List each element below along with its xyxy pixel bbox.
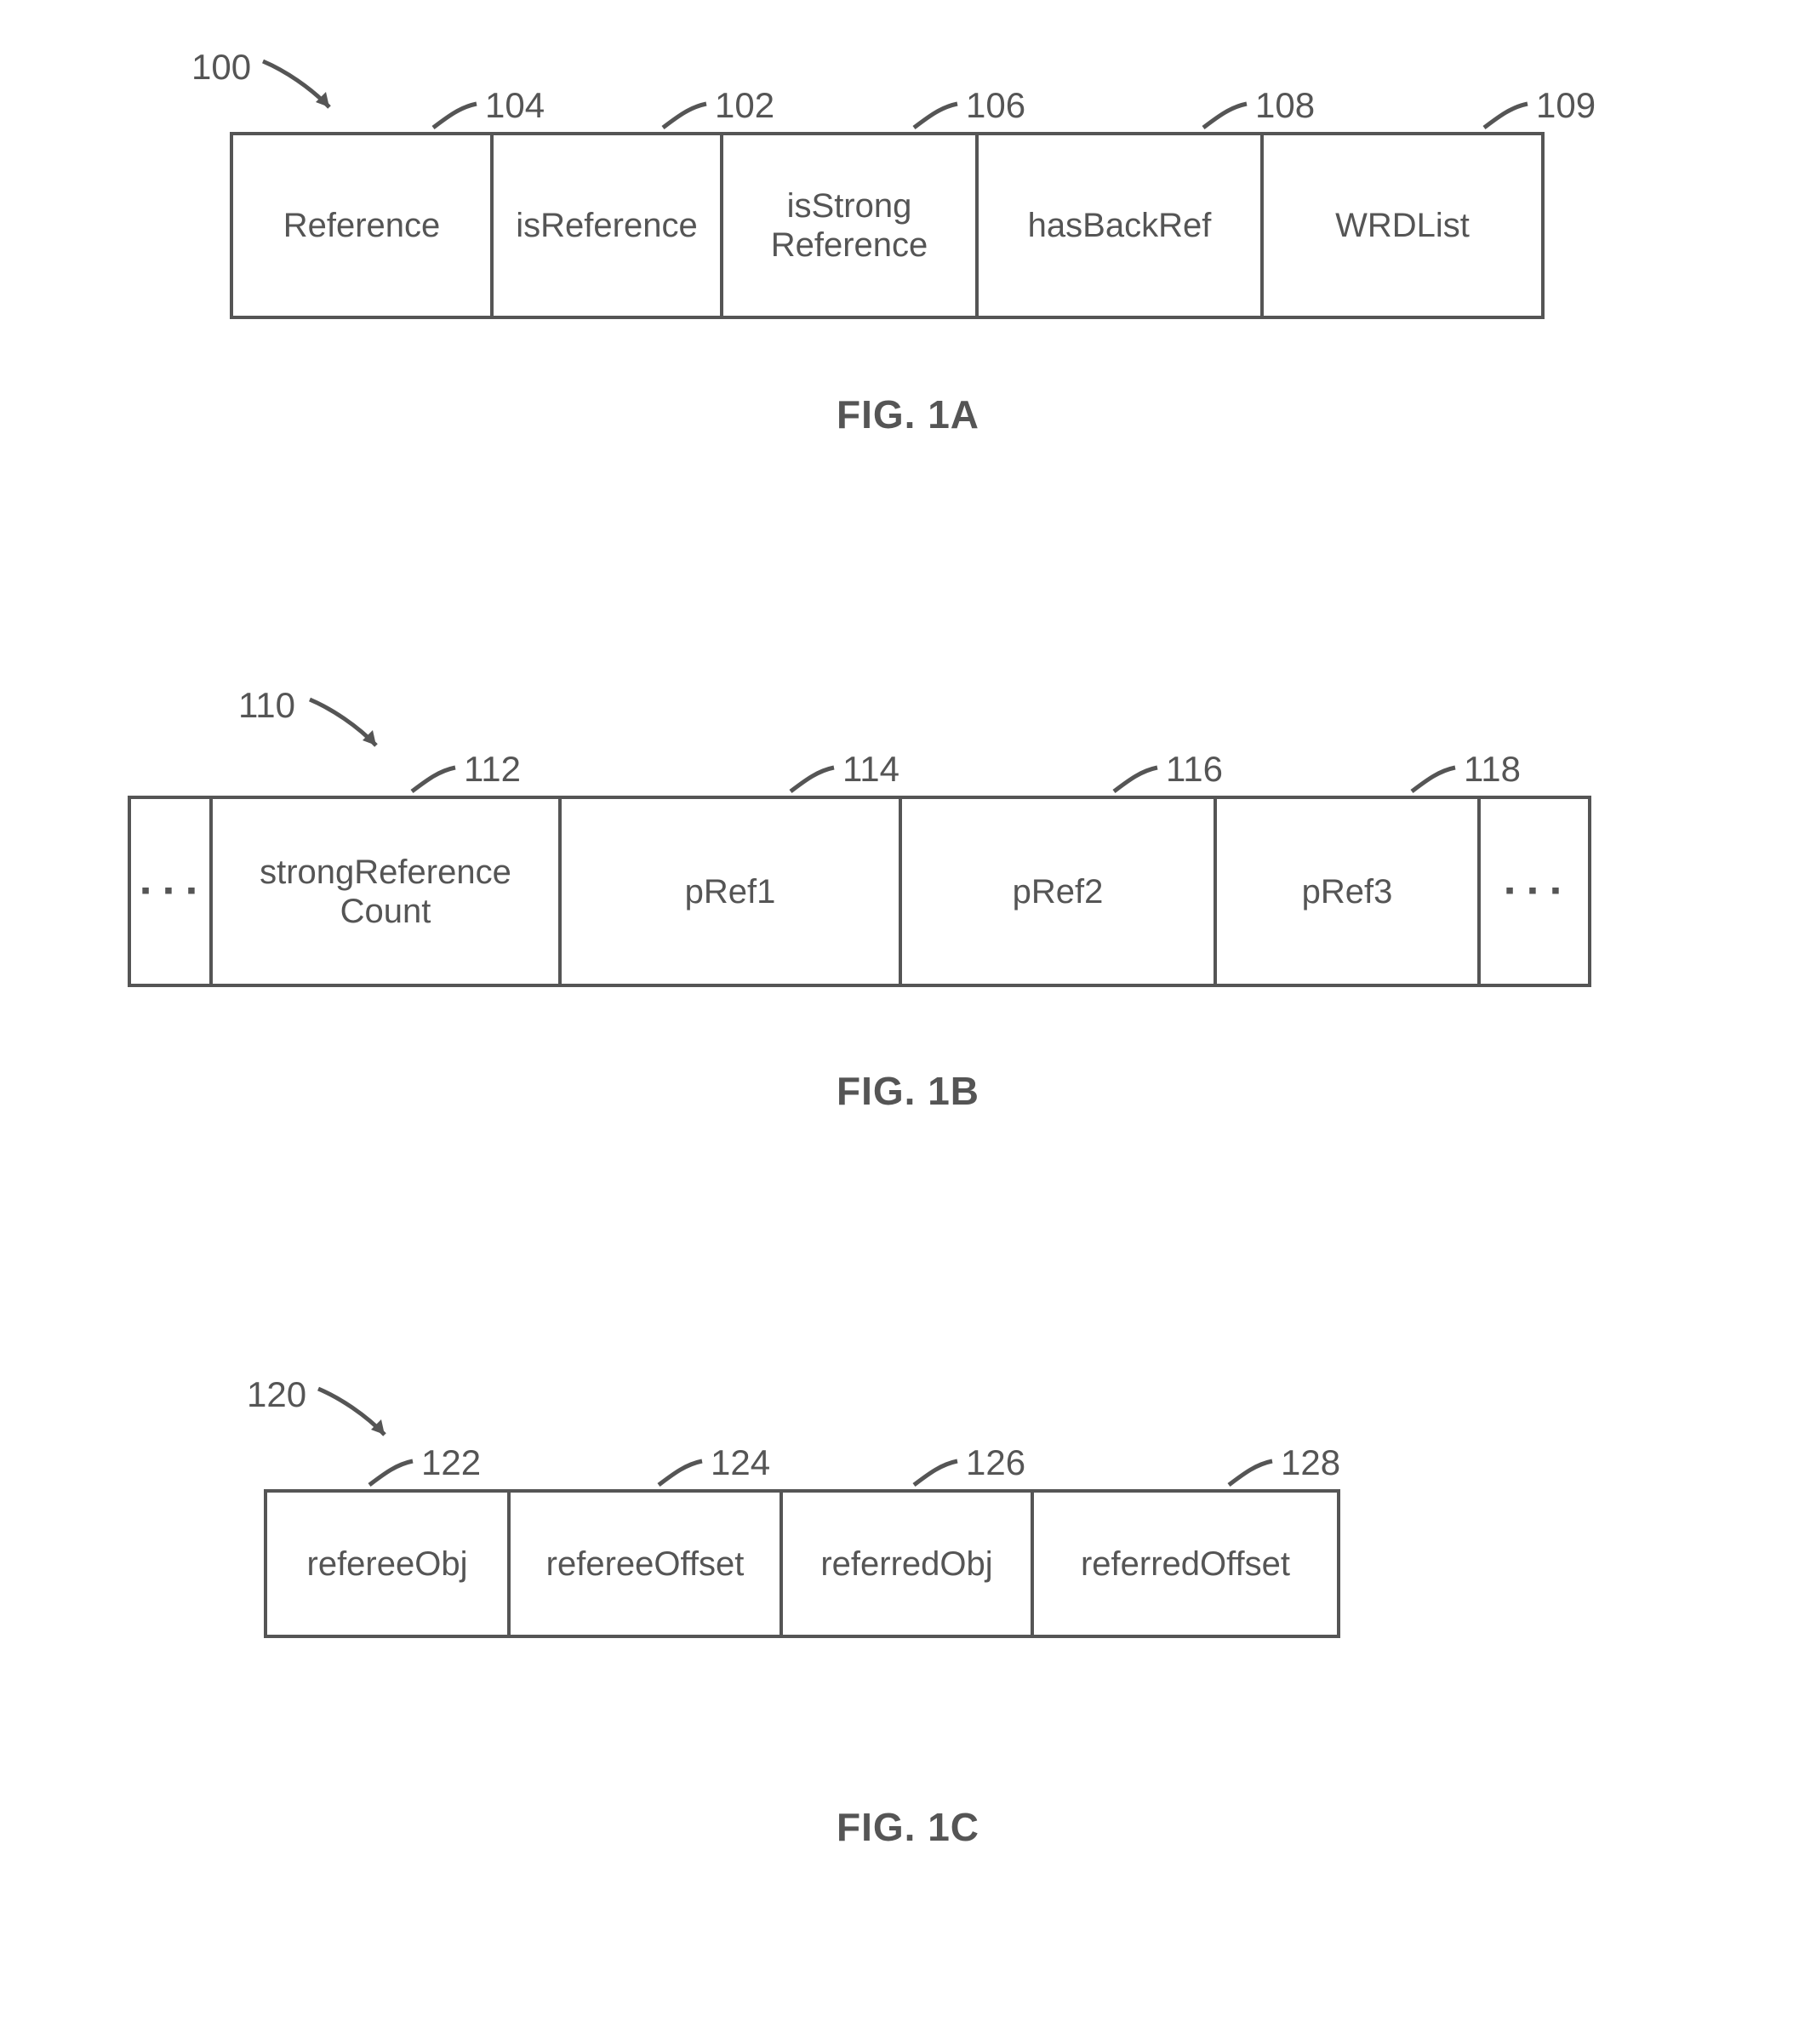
- field-cell: strongReference Count: [213, 796, 562, 987]
- tick-icon: [366, 1458, 417, 1492]
- tick-icon: [787, 764, 838, 798]
- annotation-number: 106: [966, 85, 1025, 126]
- figure-caption: FIG. 1C: [0, 1804, 1816, 1850]
- field-cell: hasBackRef: [979, 132, 1264, 319]
- field-cell: WRDList: [1264, 132, 1545, 319]
- struct-row-c: refereeObj refereeOffset referredObj ref…: [264, 1489, 1340, 1638]
- tick-icon: [655, 1458, 706, 1492]
- field-cell: isReference: [494, 132, 723, 319]
- tick-icon: [1481, 100, 1532, 134]
- field-cell: referredObj: [783, 1489, 1034, 1638]
- tick-icon: [911, 1458, 962, 1492]
- annotation-number: 124: [711, 1442, 770, 1483]
- annotation-number: 104: [485, 85, 545, 126]
- ellipsis-cell: ▪ ▪ ▪: [1481, 796, 1591, 987]
- annotation-number: 102: [715, 85, 774, 126]
- tick-icon: [1408, 764, 1459, 798]
- arrow-icon: [306, 696, 400, 764]
- field-cell: referredOffset: [1034, 1489, 1340, 1638]
- annotation-number: 112: [464, 749, 521, 790]
- field-cell: isStrong Reference: [723, 132, 979, 319]
- ellipsis-cell: ▪ ▪ ▪: [128, 796, 213, 987]
- figure-caption: FIG. 1B: [0, 1068, 1816, 1114]
- annotation-number: 114: [842, 749, 899, 790]
- tick-icon: [1200, 100, 1251, 134]
- field-cell: pRef3: [1217, 796, 1481, 987]
- struct-label-c: 120: [247, 1374, 306, 1415]
- tick-icon: [1225, 1458, 1276, 1492]
- struct-row-a: Reference isReference isStrong Reference…: [230, 132, 1545, 319]
- figure-caption: FIG. 1A: [0, 391, 1816, 437]
- annotation-number: 126: [966, 1442, 1025, 1483]
- field-cell: refereeOffset: [511, 1489, 783, 1638]
- arrow-icon: [260, 58, 353, 126]
- annotation-number: 128: [1281, 1442, 1340, 1483]
- field-cell: refereeObj: [264, 1489, 511, 1638]
- tick-icon: [1111, 764, 1162, 798]
- annotation-number: 122: [421, 1442, 481, 1483]
- struct-row-b: ▪ ▪ ▪ strongReference Count pRef1 pRef2 …: [128, 796, 1591, 987]
- struct-label-a: 100: [191, 47, 251, 88]
- field-cell: pRef1: [562, 796, 902, 987]
- field-cell: pRef2: [902, 796, 1217, 987]
- tick-icon: [430, 100, 481, 134]
- arrow-icon: [315, 1385, 408, 1453]
- tick-icon: [911, 100, 962, 134]
- annotation-number: 118: [1464, 749, 1521, 790]
- tick-icon: [408, 764, 460, 798]
- tick-icon: [660, 100, 711, 134]
- struct-label-b: 110: [238, 685, 295, 726]
- field-cell: Reference: [230, 132, 494, 319]
- annotation-number: 108: [1255, 85, 1315, 126]
- annotation-number: 109: [1536, 85, 1596, 126]
- annotation-number: 116: [1166, 749, 1223, 790]
